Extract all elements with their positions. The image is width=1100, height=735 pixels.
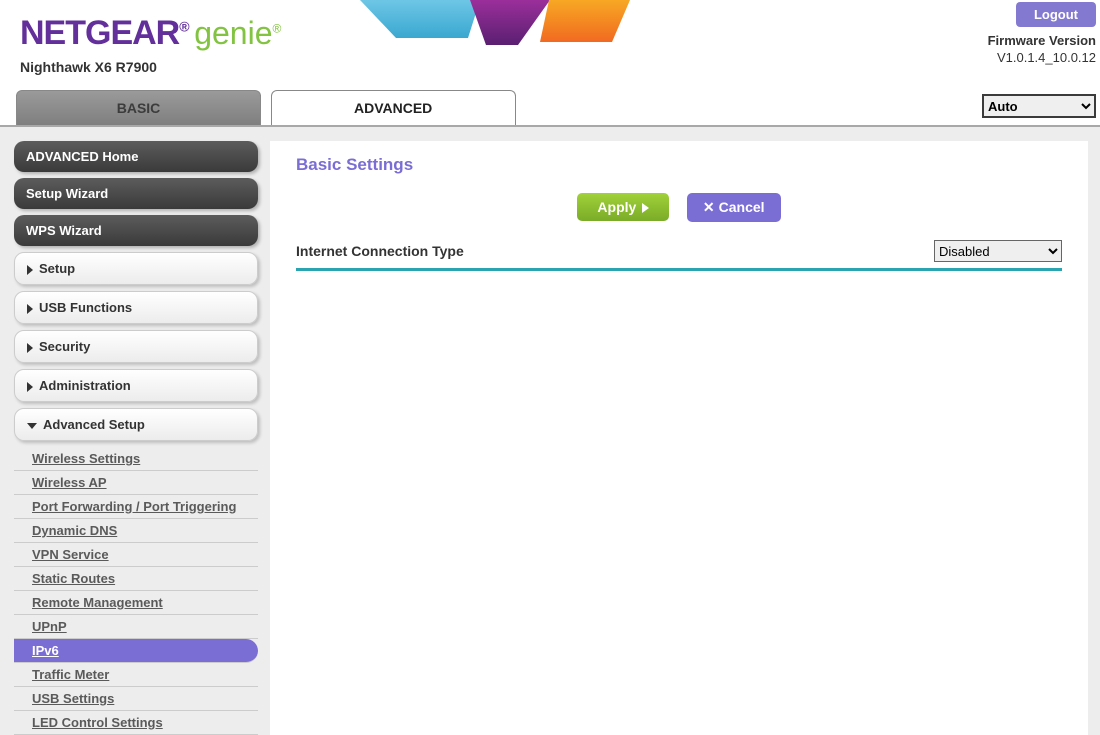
sidebar-item-setup[interactable]: Setup xyxy=(14,252,258,285)
chevron-right-icon xyxy=(27,265,33,275)
sub-label: Static Routes xyxy=(32,571,115,586)
sub-item-port-fwd[interactable]: Port Forwarding / Port Triggering xyxy=(14,495,258,519)
brand-mark: ® xyxy=(179,19,188,35)
chevron-right-icon xyxy=(27,382,33,392)
chevron-right-icon xyxy=(27,304,33,314)
firmware-version: V1.0.1.4_10.0.12 xyxy=(988,50,1096,65)
chevron-down-icon xyxy=(27,423,37,429)
sub-brand-logo: genie® xyxy=(194,15,281,52)
brand-logo: NETGEAR® xyxy=(20,14,189,53)
sub-label: VPN Service xyxy=(32,547,109,562)
sub-label: Wireless Settings xyxy=(32,451,140,466)
button-row: Apply ✕Cancel xyxy=(296,193,1062,222)
sidebar-item-advanced-home[interactable]: ADVANCED Home xyxy=(14,141,258,172)
decor-blue xyxy=(360,0,480,38)
header: NETGEAR® genie® Nighthawk X6 R7900 Logou… xyxy=(0,0,1100,90)
sub-item-traffic-meter[interactable]: Traffic Meter xyxy=(14,663,258,687)
sub-label: LED Control Settings xyxy=(32,715,163,730)
sidebar-item-advanced-setup[interactable]: Advanced Setup xyxy=(14,408,258,441)
tabs-row: BASIC ADVANCED Auto xyxy=(0,90,1100,127)
model-name: Nighthawk X6 R7900 xyxy=(20,59,1100,75)
page-title: Basic Settings xyxy=(296,155,1062,175)
sub-item-led-control[interactable]: LED Control Settings xyxy=(14,711,258,735)
sub-item-dynamic-dns[interactable]: Dynamic DNS xyxy=(14,519,258,543)
sub-item-remote-management[interactable]: Remote Management xyxy=(14,591,258,615)
sub-label: Traffic Meter xyxy=(32,667,109,682)
apply-label: Apply xyxy=(597,199,636,215)
sidebar-advanced-setup-label: Advanced Setup xyxy=(43,417,145,432)
sub-label: Remote Management xyxy=(32,595,163,610)
sub-label: IPv6 xyxy=(32,643,59,658)
sub-item-static-routes[interactable]: Static Routes xyxy=(14,567,258,591)
connection-type-select[interactable]: Disabled xyxy=(934,240,1062,262)
play-icon xyxy=(642,203,649,213)
advanced-setup-sublist: Wireless Settings Wireless AP Port Forwa… xyxy=(14,447,258,735)
sidebar: ADVANCED Home Setup Wizard WPS Wizard Se… xyxy=(0,141,270,735)
sub-brand-mark: ® xyxy=(272,21,281,35)
sub-item-ipv6[interactable]: IPv6 xyxy=(14,639,258,663)
sub-brand-text: genie xyxy=(194,15,272,51)
decorative-shapes xyxy=(360,0,640,50)
sub-item-vpn-service[interactable]: VPN Service xyxy=(14,543,258,567)
sidebar-item-wps-wizard[interactable]: WPS Wizard xyxy=(14,215,258,246)
content-panel: Basic Settings Apply ✕Cancel Internet Co… xyxy=(270,141,1088,735)
sub-item-wireless-ap[interactable]: Wireless AP xyxy=(14,471,258,495)
cancel-button[interactable]: ✕Cancel xyxy=(687,193,781,222)
cancel-label: Cancel xyxy=(719,199,765,215)
connection-type-label: Internet Connection Type xyxy=(296,243,464,259)
brand-text: NETGEAR xyxy=(20,14,179,52)
sidebar-item-setup-wizard[interactable]: Setup Wizard xyxy=(14,178,258,209)
sub-label: Wireless AP xyxy=(32,475,107,490)
close-icon: ✕ xyxy=(703,199,715,215)
sidebar-usb-label: USB Functions xyxy=(39,300,132,315)
sub-item-usb-settings[interactable]: USB Settings xyxy=(14,687,258,711)
tab-basic[interactable]: BASIC xyxy=(16,90,261,125)
sidebar-item-security[interactable]: Security xyxy=(14,330,258,363)
firmware-label: Firmware Version xyxy=(988,33,1096,48)
sidebar-item-administration[interactable]: Administration xyxy=(14,369,258,402)
sidebar-item-usb-functions[interactable]: USB Functions xyxy=(14,291,258,324)
chevron-right-icon xyxy=(27,343,33,353)
sub-label: Port Forwarding / Port Triggering xyxy=(32,499,236,514)
sidebar-setup-label: Setup xyxy=(39,261,75,276)
sidebar-security-label: Security xyxy=(39,339,90,354)
sub-label: Dynamic DNS xyxy=(32,523,117,538)
body-row: ADVANCED Home Setup Wizard WPS Wizard Se… xyxy=(0,127,1100,735)
decor-purple xyxy=(470,0,550,45)
sidebar-admin-label: Administration xyxy=(39,378,131,393)
sub-label: UPnP xyxy=(32,619,67,634)
decor-orange xyxy=(540,0,630,42)
top-right: Logout Firmware Version V1.0.1.4_10.0.12 xyxy=(988,2,1096,65)
refresh-select[interactable]: Auto xyxy=(982,94,1096,118)
sub-label: USB Settings xyxy=(32,691,114,706)
logout-button[interactable]: Logout xyxy=(1016,2,1096,27)
apply-button[interactable]: Apply xyxy=(577,193,669,221)
sub-item-wireless-settings[interactable]: Wireless Settings xyxy=(14,447,258,471)
connection-type-row: Internet Connection Type Disabled xyxy=(296,240,1062,271)
sub-item-upnp[interactable]: UPnP xyxy=(14,615,258,639)
tab-advanced[interactable]: ADVANCED xyxy=(271,90,516,125)
